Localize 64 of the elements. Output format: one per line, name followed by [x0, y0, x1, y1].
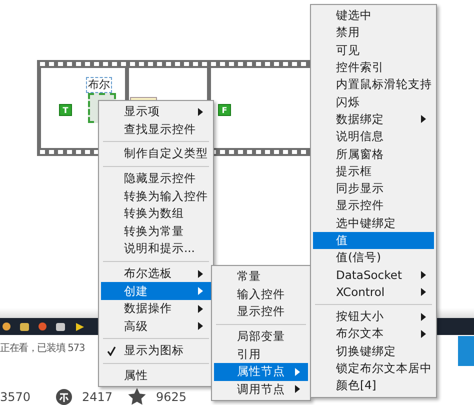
menu-item[interactable]: 输入控件 — [214, 286, 308, 304]
coin-icon[interactable] — [56, 388, 72, 404]
window-icon[interactable] — [56, 322, 65, 330]
menu-item[interactable]: XControl — [313, 284, 434, 302]
submenu-arrow-icon — [198, 322, 203, 330]
menu-item[interactable]: 显示控件 — [214, 303, 308, 321]
menu-item[interactable]: 控件索引 — [313, 58, 434, 76]
menu-item[interactable]: 颜色[4] — [313, 377, 434, 395]
menu-item[interactable]: 锁定布尔文本居中 — [313, 360, 434, 378]
menu-item[interactable]: 局部变量 — [214, 328, 308, 346]
submenu-arrow-icon — [198, 287, 203, 296]
menu-item[interactable]: 同步显示 — [313, 180, 434, 198]
browser-icon[interactable] — [2, 322, 11, 331]
menu-item[interactable]: 查找显示控件 — [101, 120, 211, 138]
menu-item[interactable]: 禁用 — [313, 24, 434, 42]
menu-item[interactable]: 说明和提示... — [101, 240, 211, 258]
star-icon[interactable] — [128, 388, 146, 405]
menu-item[interactable]: DataSocket — [313, 266, 434, 284]
menu-item[interactable]: 数据操作 — [101, 300, 211, 318]
status-text: 正在看，已装填 573 — [0, 342, 85, 355]
menu-item[interactable]: 调用节点 — [214, 380, 308, 398]
submenu-arrow-icon — [295, 368, 300, 376]
menu-item[interactable]: 转换为数组 — [101, 204, 211, 223]
menu-item[interactable]: 显示项 — [101, 103, 211, 121]
menu-item[interactable]: 转换为输入控件 — [101, 187, 211, 205]
menu-item[interactable]: 键选中 — [313, 7, 434, 24]
count-text: 9625 — [156, 390, 187, 404]
true-constant: T — [59, 104, 72, 116]
submenu-arrow-icon — [421, 115, 426, 124]
menu-item[interactable]: 说明信息 — [313, 128, 434, 146]
menu-item[interactable]: 常量 — [214, 268, 308, 286]
menu-item[interactable]: 高级 — [101, 318, 211, 336]
menu-item[interactable]: 引用 — [214, 345, 308, 363]
play-icon[interactable] — [74, 322, 85, 332]
menu-item[interactable]: 显示控件 — [313, 197, 434, 215]
menu-item[interactable]: 选中键绑定 — [313, 214, 434, 232]
count-text: 2417 — [82, 390, 114, 404]
menu-item[interactable]: 属性节点 — [214, 362, 308, 381]
menu-item[interactable]: 按钮大小 — [313, 308, 434, 326]
menu-item[interactable]: 创建 — [101, 282, 211, 300]
submenu-arrow-icon — [198, 304, 203, 313]
app-icon[interactable] — [38, 322, 47, 331]
menu-item[interactable]: 可见 — [313, 42, 434, 59]
menu-item[interactable]: 隐藏显示控件 — [101, 170, 211, 188]
false-constant: F — [218, 104, 231, 116]
menu-item[interactable]: 转换为常量 — [101, 222, 211, 240]
menu-item[interactable]: 布尔选板 — [101, 264, 211, 282]
menu-item[interactable]: 制作自定义类型 — [101, 145, 211, 163]
submenu-arrow-icon — [198, 108, 203, 116]
count-text: 3570 — [0, 390, 32, 404]
menu-item[interactable]: 提示框 — [313, 162, 434, 180]
menu-item[interactable]: 值(信号) — [313, 249, 434, 266]
menu-item[interactable]: 所属窗格 — [313, 145, 434, 163]
menu-item[interactable]: 值 — [313, 232, 434, 250]
folder-icon[interactable] — [20, 322, 29, 330]
menu-item[interactable]: 数据绑定 — [313, 110, 434, 128]
menu-item[interactable]: 切换键绑定 — [313, 342, 434, 360]
menu-item[interactable]: 布尔文本 — [313, 325, 434, 343]
submenu-arrow-icon — [198, 270, 203, 278]
submenu-arrow-icon — [295, 385, 300, 394]
menu-item[interactable]: 内置鼠标滑轮支持 — [313, 76, 434, 94]
menu-item[interactable]: 闪烁 — [313, 93, 434, 111]
menu-item[interactable]: 显示为图标 — [101, 342, 211, 360]
menu-item[interactable]: 属性 — [101, 366, 211, 384]
